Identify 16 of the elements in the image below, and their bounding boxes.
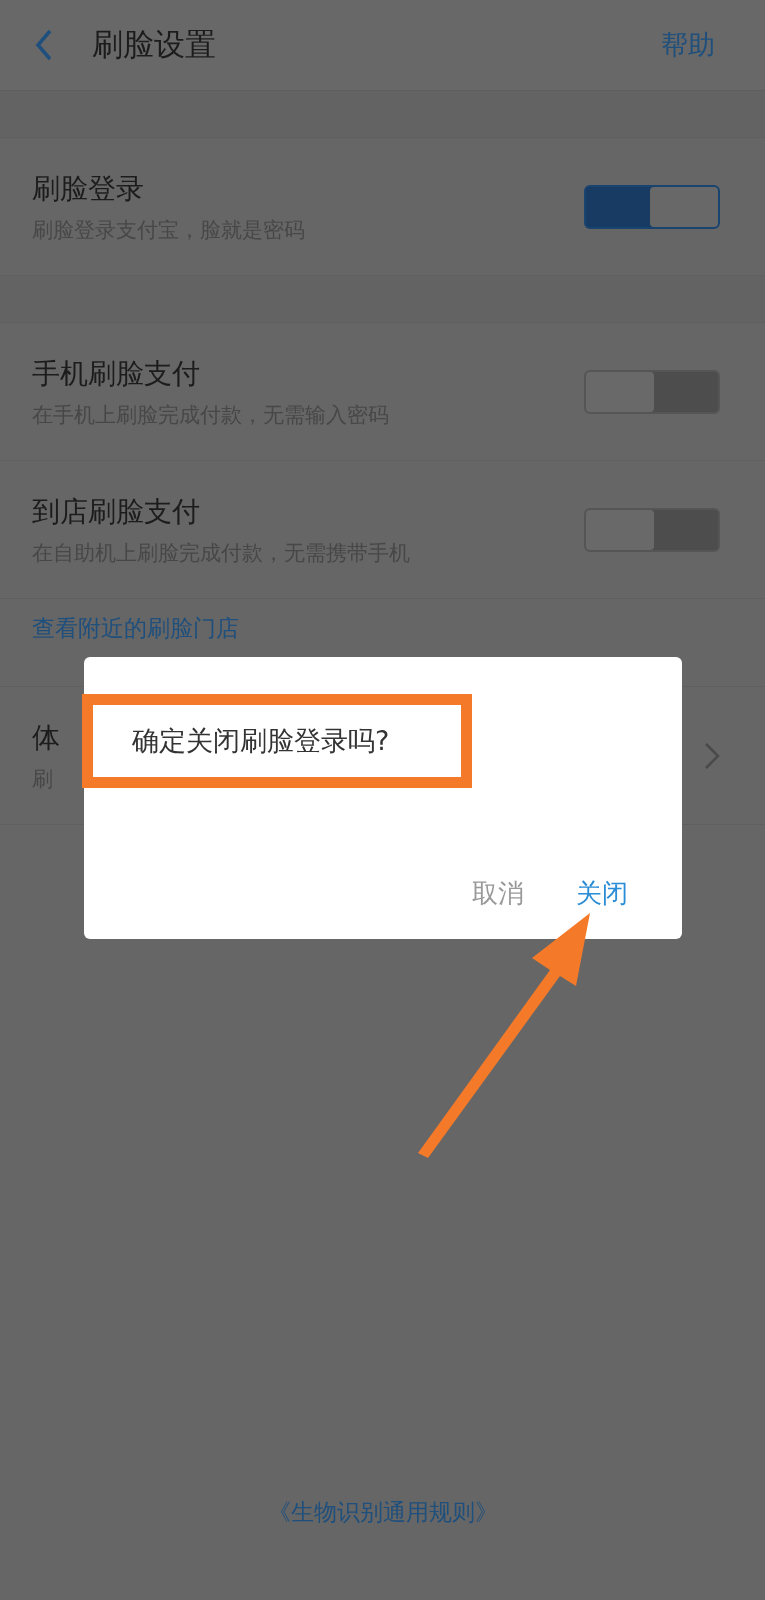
setting-title: 刷脸登录 (32, 170, 144, 207)
rules-link[interactable]: 《生物识别通用规则》 (267, 1497, 498, 1528)
dialog-button[interactable]: 取消 (466, 876, 530, 911)
back-icon[interactable] (34, 29, 54, 61)
dialog-message: 确定关闭刷脸登录吗? (132, 724, 390, 758)
toggle-switch[interactable] (584, 184, 720, 229)
setting-title: 手机刷脸支付 (32, 355, 200, 392)
chevron-right-icon (704, 741, 720, 770)
setting-title: 体 (32, 719, 60, 756)
setting-title: 到店刷脸支付 (32, 493, 200, 530)
help-link[interactable]: 帮助 (661, 27, 715, 63)
toggle-switch[interactable] (584, 507, 720, 552)
toggle-switch[interactable] (584, 369, 720, 414)
page-title: 刷脸设置 (92, 25, 217, 64)
nearby-stores-link[interactable]: 查看附近的刷脸门店 (32, 615, 239, 641)
dialog-button[interactable]: 关闭 (570, 876, 634, 911)
